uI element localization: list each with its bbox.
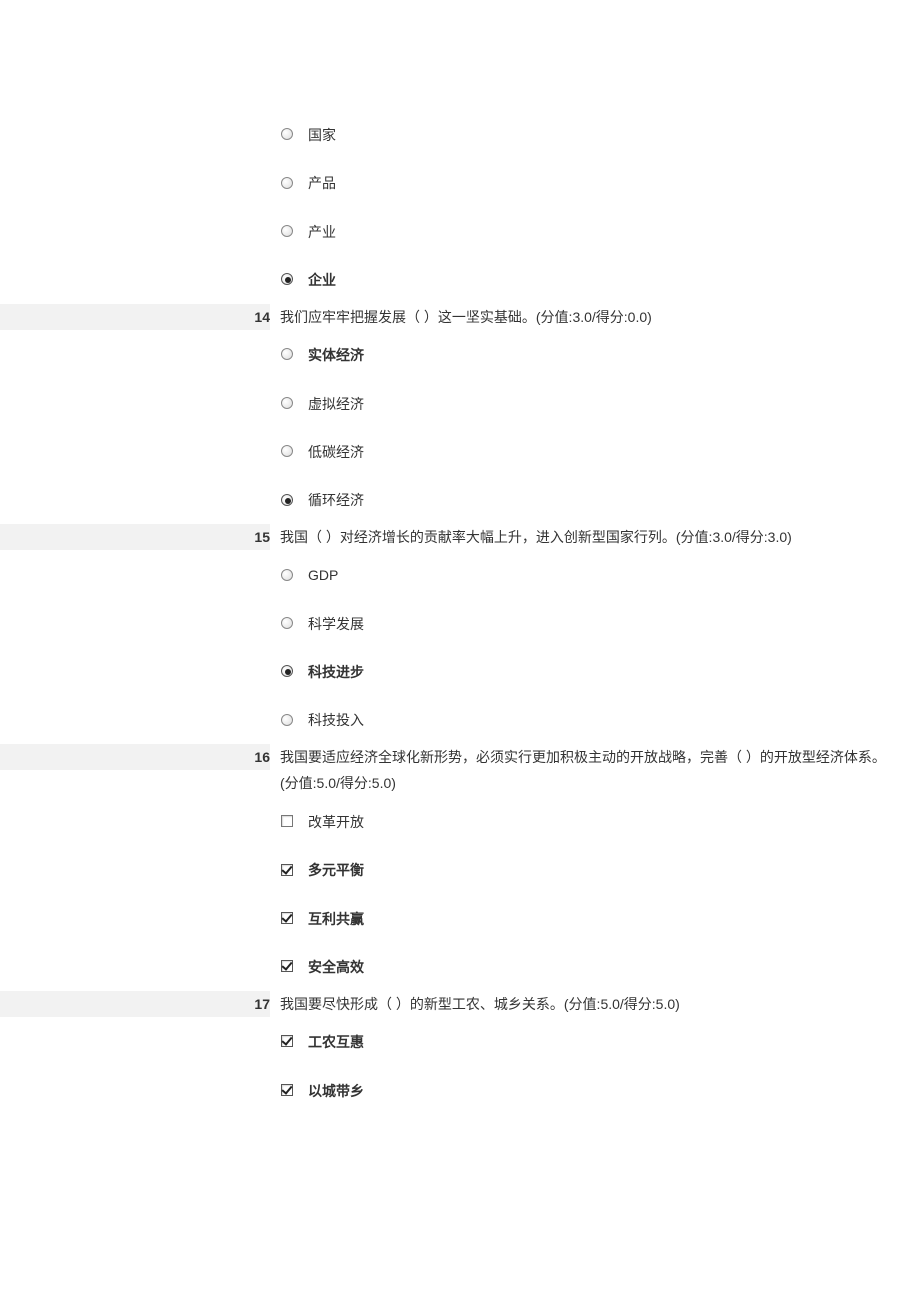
radio-unselected-icon[interactable] bbox=[280, 224, 294, 238]
options-list: 实体经济虚拟经济低碳经济循环经济 bbox=[140, 330, 900, 524]
checkbox-option[interactable]: 以城带乡 bbox=[280, 1066, 900, 1114]
radio-unselected-icon[interactable] bbox=[280, 396, 294, 410]
options-list: 国家产品产业企业 bbox=[140, 110, 900, 304]
checkbox-option[interactable]: 多元平衡 bbox=[280, 845, 900, 893]
option-label: 产品 bbox=[308, 170, 336, 194]
option-label: 科技进步 bbox=[308, 659, 364, 683]
radio-unselected-icon[interactable] bbox=[280, 616, 294, 630]
checkbox-option[interactable]: 安全高效 bbox=[280, 942, 900, 990]
checkbox-checked-icon[interactable] bbox=[280, 959, 294, 973]
radio-option[interactable]: 企业 bbox=[280, 255, 900, 303]
question-header: 15我国（ ）对经济增长的贡献率大幅上升，进入创新型国家行列。(分值:3.0/得… bbox=[140, 524, 900, 551]
option-label: 虚拟经济 bbox=[308, 391, 364, 415]
question-text: 我国（ ）对经济增长的贡献率大幅上升，进入创新型国家行列。(分值:3.0/得分:… bbox=[280, 524, 900, 551]
option-label: 改革开放 bbox=[308, 809, 364, 833]
radio-option[interactable]: 产品 bbox=[280, 158, 900, 206]
options-list: GDP 科学发展科技进步科技投入 bbox=[140, 550, 900, 744]
question-number: 15 bbox=[140, 524, 280, 551]
radio-unselected-icon[interactable] bbox=[280, 568, 294, 582]
option-label: GDP bbox=[308, 562, 338, 586]
option-label: 循环经济 bbox=[308, 487, 364, 511]
radio-option[interactable]: 低碳经济 bbox=[280, 427, 900, 475]
radio-option[interactable]: 科技投入 bbox=[280, 695, 900, 743]
quiz-page: 国家产品产业企业14我们应牢牢把握发展（ ）这一坚实基础。(分值:3.0/得分:… bbox=[0, 0, 920, 1154]
question-block: 国家产品产业企业 bbox=[140, 110, 900, 304]
checkbox-checked-icon[interactable] bbox=[280, 1034, 294, 1048]
question-header: 14我们应牢牢把握发展（ ）这一坚实基础。(分值:3.0/得分:0.0) bbox=[140, 304, 900, 331]
radio-option[interactable]: 实体经济 bbox=[280, 330, 900, 378]
option-label: 低碳经济 bbox=[308, 439, 364, 463]
option-label: 企业 bbox=[308, 267, 336, 291]
checkbox-option[interactable]: 工农互惠 bbox=[280, 1017, 900, 1065]
option-label: 国家 bbox=[308, 122, 336, 146]
checkbox-option[interactable]: 互利共赢 bbox=[280, 894, 900, 942]
checkbox-option[interactable]: 改革开放 bbox=[280, 797, 900, 845]
radio-unselected-icon[interactable] bbox=[280, 176, 294, 190]
option-label: 互利共赢 bbox=[308, 906, 364, 930]
radio-option[interactable]: 产业 bbox=[280, 207, 900, 255]
option-label: 实体经济 bbox=[308, 342, 364, 366]
option-label: 科学发展 bbox=[308, 611, 364, 635]
question-block: 14我们应牢牢把握发展（ ）这一坚实基础。(分值:3.0/得分:0.0)实体经济… bbox=[140, 304, 900, 524]
radio-unselected-icon[interactable] bbox=[280, 127, 294, 141]
question-number: 16 bbox=[140, 744, 280, 771]
radio-selected-icon[interactable] bbox=[280, 664, 294, 678]
question-block: 15我国（ ）对经济增长的贡献率大幅上升，进入创新型国家行列。(分值:3.0/得… bbox=[140, 524, 900, 744]
radio-option[interactable]: 虚拟经济 bbox=[280, 379, 900, 427]
radio-option[interactable]: 循环经济 bbox=[280, 475, 900, 523]
option-label: 工农互惠 bbox=[308, 1029, 364, 1053]
checkbox-checked-icon[interactable] bbox=[280, 863, 294, 877]
question-block: 16我国要适应经济全球化新形势，必须实行更加积极主动的开放战略，完善（ ）的开放… bbox=[140, 744, 900, 991]
radio-option[interactable]: 科学发展 bbox=[280, 599, 900, 647]
option-label: 科技投入 bbox=[308, 707, 364, 731]
option-label: 以城带乡 bbox=[308, 1078, 364, 1102]
content-area: 国家产品产业企业14我们应牢牢把握发展（ ）这一坚实基础。(分值:3.0/得分:… bbox=[140, 0, 900, 1154]
question-text: 我国要适应经济全球化新形势，必须实行更加积极主动的开放战略，完善（ ）的开放型经… bbox=[280, 744, 900, 797]
option-label: 产业 bbox=[308, 219, 336, 243]
options-list: 改革开放多元平衡互利共赢安全高效 bbox=[140, 797, 900, 991]
radio-selected-icon[interactable] bbox=[280, 493, 294, 507]
checkbox-unchecked-icon[interactable] bbox=[280, 814, 294, 828]
radio-option[interactable]: GDP bbox=[280, 550, 900, 598]
question-header: 16我国要适应经济全球化新形势，必须实行更加积极主动的开放战略，完善（ ）的开放… bbox=[140, 744, 900, 797]
question-header: 17我国要尽快形成（ ）的新型工农、城乡关系。(分值:5.0/得分:5.0) bbox=[140, 991, 900, 1018]
radio-unselected-icon[interactable] bbox=[280, 713, 294, 727]
radio-option[interactable]: 科技进步 bbox=[280, 647, 900, 695]
radio-unselected-icon[interactable] bbox=[280, 444, 294, 458]
question-text: 我们应牢牢把握发展（ ）这一坚实基础。(分值:3.0/得分:0.0) bbox=[280, 304, 900, 331]
question-number: 17 bbox=[140, 991, 280, 1018]
question-block: 17我国要尽快形成（ ）的新型工农、城乡关系。(分值:5.0/得分:5.0)工农… bbox=[140, 991, 900, 1114]
options-list: 工农互惠以城带乡 bbox=[140, 1017, 900, 1114]
question-number: 14 bbox=[140, 304, 280, 331]
question-text: 我国要尽快形成（ ）的新型工农、城乡关系。(分值:5.0/得分:5.0) bbox=[280, 991, 900, 1018]
option-label: 安全高效 bbox=[308, 954, 364, 978]
radio-unselected-icon[interactable] bbox=[280, 347, 294, 361]
radio-option[interactable]: 国家 bbox=[280, 110, 900, 158]
option-label: 多元平衡 bbox=[308, 857, 364, 881]
checkbox-checked-icon[interactable] bbox=[280, 1083, 294, 1097]
radio-selected-icon[interactable] bbox=[280, 272, 294, 286]
checkbox-checked-icon[interactable] bbox=[280, 911, 294, 925]
